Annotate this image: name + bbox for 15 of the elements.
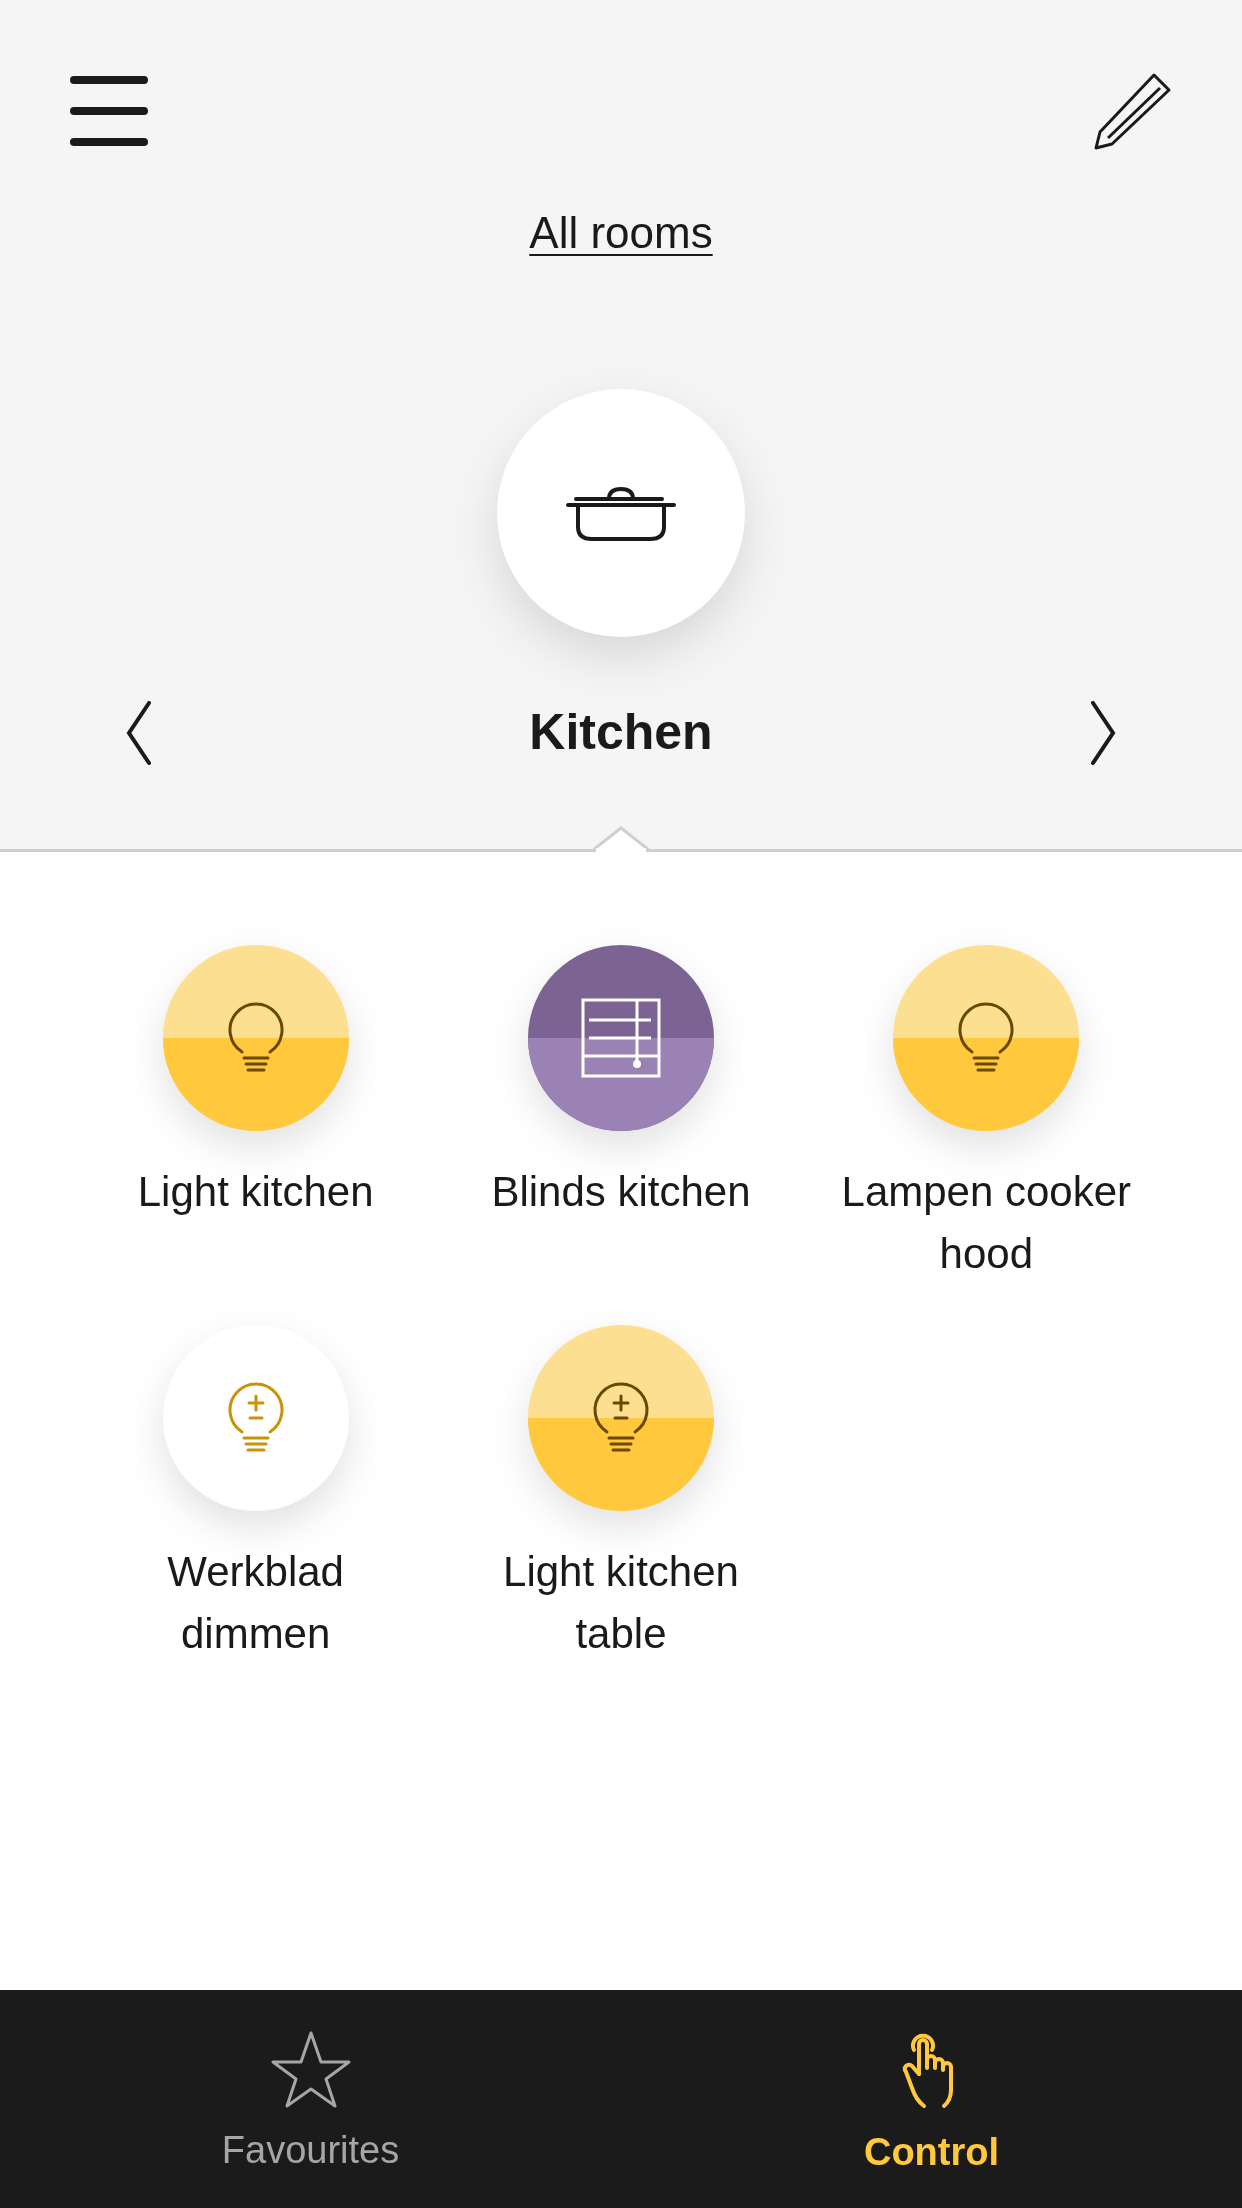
star-icon — [270, 2030, 351, 2108]
menu-icon[interactable] — [70, 76, 148, 146]
device-label: Blinds kitchen — [490, 1167, 752, 1217]
room-name: Kitchen — [529, 703, 713, 762]
previous-chevron-icon[interactable] — [125, 700, 153, 765]
tab[interactable]: Favourites — [0, 1990, 621, 2208]
device-label: Lampen cooker hood — [840, 1167, 1133, 1279]
device-label: Light kitchen table — [502, 1547, 740, 1659]
all-rooms-link[interactable]: All rooms — [529, 200, 713, 266]
device-label: Light kitchen — [136, 1167, 375, 1217]
pencil-icon[interactable] — [1094, 72, 1172, 150]
tab[interactable]: Control — [621, 1990, 1242, 2208]
blinds-icon — [581, 998, 661, 1078]
next-chevron-icon[interactable] — [1089, 700, 1117, 765]
device-label: Werkblad dimmen — [166, 1547, 345, 1659]
